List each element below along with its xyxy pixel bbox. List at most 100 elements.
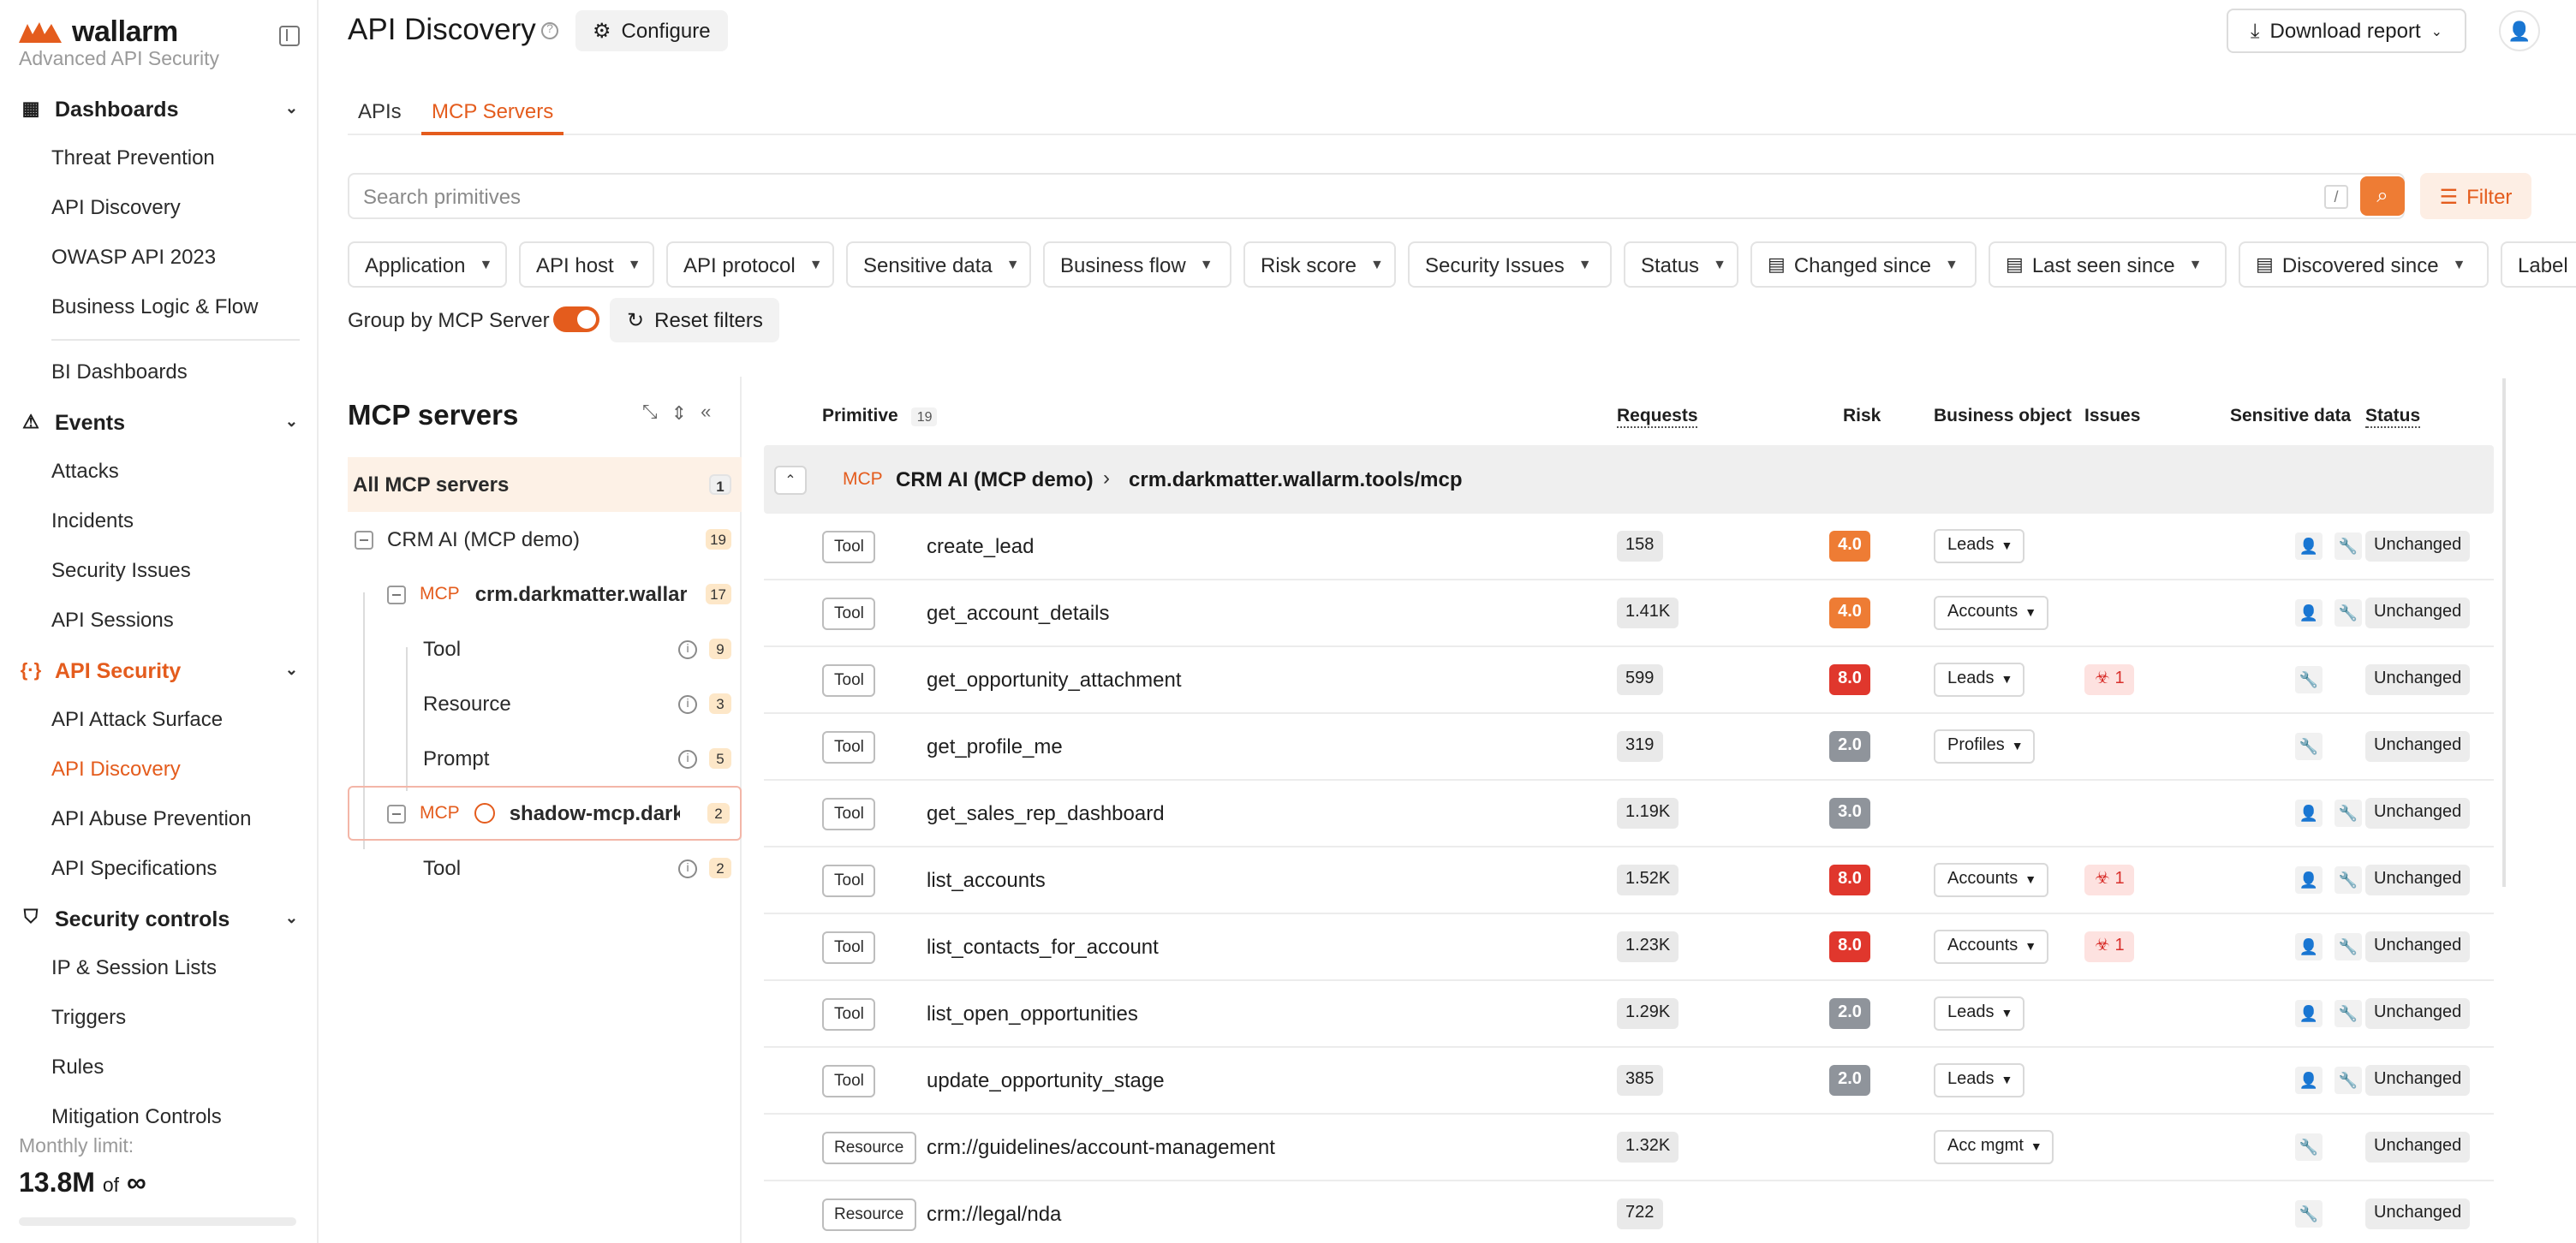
- filter-risk-score[interactable]: Risk score ▼: [1243, 241, 1396, 288]
- filter-business-flow[interactable]: Business flow ▼: [1043, 241, 1231, 288]
- search-input[interactable]: [363, 175, 2333, 217]
- configure-button[interactable]: ⚙ Configure: [575, 10, 728, 51]
- column-header-primitive[interactable]: Primitive 19: [822, 406, 938, 426]
- sidebar-item-api-discovery-dashboard[interactable]: API Discovery: [0, 183, 319, 233]
- sidebar-item-business-logic[interactable]: Business Logic & Flow: [0, 282, 319, 332]
- collapse-box-icon[interactable]: [355, 530, 373, 549]
- table-row[interactable]: Tool update_opportunity_stage 385 2.0 Leads ▼…: [764, 1048, 2494, 1115]
- tree-item-prompt[interactable]: Prompt i 5: [348, 731, 742, 786]
- filter-api-host[interactable]: API host ▼: [519, 241, 654, 288]
- user-icon[interactable]: 👤: [2499, 10, 2540, 51]
- business-object-select[interactable]: Acc mgmt ▼: [1934, 1130, 2054, 1164]
- sidebar-section-api-security[interactable]: {·} API Security ⌄: [0, 645, 319, 695]
- filter-application[interactable]: Application ▼: [348, 241, 507, 288]
- business-object-select[interactable]: Accounts ▼: [1934, 863, 2049, 897]
- sidebar-item-bi-dashboards[interactable]: BI Dashboards: [0, 348, 319, 397]
- sidebar-item-api-attack-surface[interactable]: API Attack Surface: [0, 695, 319, 745]
- primitive-name[interactable]: get_account_details: [927, 601, 1110, 625]
- filter-changed-since[interactable]: ▤ Changed since ▼: [1750, 241, 1977, 288]
- sidebar-item-incidents[interactable]: Incidents: [0, 497, 319, 546]
- sidebar-item-security-issues[interactable]: Security Issues: [0, 546, 319, 596]
- table-row[interactable]: Tool list_contacts_for_account 1.23K 8.0 Acc…: [764, 914, 2494, 981]
- table-row[interactable]: Tool get_sales_rep_dashboard 1.19K 3.0 👤 🔧 Unc…: [764, 781, 2494, 848]
- business-object-select[interactable]: Leads ▼: [1934, 663, 2025, 697]
- primitive-name[interactable]: update_opportunity_stage: [927, 1068, 1165, 1092]
- filter-security-issues[interactable]: Security Issues ▼: [1408, 241, 1612, 288]
- business-object-select[interactable]: Leads ▼: [1934, 996, 2025, 1031]
- table-row[interactable]: Tool get_opportunity_attachment 599 8.0 Lead…: [764, 647, 2494, 714]
- business-object-select[interactable]: Leads ▼: [1934, 529, 2025, 563]
- issues-badge[interactable]: ☣ 1: [2084, 931, 2135, 962]
- tree-item-shadow-mcp[interactable]: MCP shadow-mcp.darkmatter 2: [348, 786, 742, 841]
- primitive-name[interactable]: list_accounts: [927, 868, 1046, 892]
- filter-button[interactable]: ☰ Filter: [2420, 173, 2531, 219]
- table-row[interactable]: Resource crm://guidelines/account-managem…: [764, 1115, 2494, 1181]
- table-row[interactable]: Tool get_account_details 1.41K 4.0 Accounts ▼…: [764, 580, 2494, 647]
- collapse-all-icon[interactable]: ⤡: [642, 402, 658, 425]
- business-object-select[interactable]: Profiles ▼: [1934, 729, 2036, 764]
- reset-filters-button[interactable]: ↻ Reset filters: [610, 298, 780, 342]
- brand-logo[interactable]: wallarm: [17, 15, 178, 50]
- table-row[interactable]: Tool list_open_opportunities 1.29K 2.0 Leads…: [764, 981, 2494, 1048]
- table-row[interactable]: Resource crm://legal/nda 722 🔧 Unchanged: [764, 1181, 2494, 1243]
- sidebar-item-api-discovery[interactable]: API Discovery: [0, 745, 319, 794]
- download-report-button[interactable]: ⤓ Download report ⌄: [2227, 9, 2466, 53]
- tree-item-mcp-server[interactable]: MCP crm.darkmatter.wallarm.tools/mcp 17: [348, 567, 742, 622]
- business-object-select[interactable]: Accounts ▼: [1934, 596, 2049, 630]
- issues-badge[interactable]: ☣ 1: [2084, 664, 2135, 695]
- sidebar-section-events[interactable]: ⚠ Events ⌄: [0, 397, 319, 447]
- column-header-sensitive-data[interactable]: Sensitive data: [2230, 406, 2351, 426]
- group-by-toggle[interactable]: [553, 306, 599, 332]
- collapse-panel-icon[interactable]: «: [701, 402, 711, 425]
- sidebar-section-security-controls[interactable]: ⛉ Security controls ⌄: [0, 894, 319, 943]
- expand-all-icon[interactable]: ⇕: [671, 402, 687, 425]
- tree-item-resource[interactable]: Resource i 3: [348, 676, 742, 731]
- primitive-name[interactable]: get_profile_me: [927, 734, 1063, 758]
- sidebar-item-mitigation-controls[interactable]: Mitigation Controls: [0, 1092, 319, 1142]
- table-row[interactable]: Tool get_profile_me 319 2.0 Profiles ▼ 🔧 Unchan…: [764, 714, 2494, 781]
- table-row[interactable]: Tool list_accounts 1.52K 8.0 Accounts ▼ ☣ 1 👤 🔧 U…: [764, 848, 2494, 914]
- tree-item-tool[interactable]: Tool i 2: [348, 841, 742, 895]
- help-icon[interactable]: ?: [541, 22, 558, 39]
- scrollbar[interactable]: [2502, 378, 2506, 887]
- primitive-name[interactable]: create_lead: [927, 534, 1034, 558]
- primitive-name[interactable]: get_opportunity_attachment: [927, 668, 1182, 692]
- column-header-risk[interactable]: Risk: [1843, 406, 1881, 426]
- sidebar-item-rules[interactable]: Rules: [0, 1043, 319, 1092]
- info-icon[interactable]: i: [678, 639, 697, 658]
- tree-item-tool[interactable]: Tool i 9: [348, 622, 742, 676]
- column-header-business-object[interactable]: Business object: [1934, 406, 2072, 426]
- filter-api-protocol[interactable]: API protocol ▼: [666, 241, 834, 288]
- chevron-up-icon[interactable]: ⌃: [774, 466, 807, 495]
- tree-item-application[interactable]: CRM AI (MCP demo) 19: [348, 512, 742, 567]
- column-header-requests[interactable]: Requests: [1617, 406, 1698, 428]
- sidebar-item-attacks[interactable]: Attacks: [0, 447, 319, 497]
- tab-mcp-servers[interactable]: MCP Servers: [432, 99, 553, 123]
- info-icon[interactable]: i: [678, 749, 697, 768]
- sidebar-item-threat-prevention[interactable]: Threat Prevention: [0, 134, 319, 183]
- table-row[interactable]: Tool create_lead 158 4.0 Leads ▼ 👤 🔧 Unchanged: [764, 514, 2494, 580]
- sidebar-item-api-specifications[interactable]: API Specifications: [0, 844, 319, 894]
- column-header-issues[interactable]: Issues: [2084, 406, 2140, 426]
- sidebar-collapse-icon[interactable]: [279, 26, 300, 46]
- primitive-name[interactable]: crm://legal/nda: [927, 1202, 1061, 1226]
- tab-apis[interactable]: APIs: [358, 99, 402, 123]
- info-icon[interactable]: i: [678, 694, 697, 713]
- sidebar-section-dashboards[interactable]: ▦ Dashboards ⌄: [0, 84, 319, 134]
- primitive-name[interactable]: list_contacts_for_account: [927, 935, 1159, 959]
- issues-badge[interactable]: ☣ 1: [2084, 865, 2135, 895]
- primitive-name[interactable]: get_sales_rep_dashboard: [927, 801, 1165, 825]
- primitive-name[interactable]: list_open_opportunities: [927, 1002, 1138, 1026]
- filter-status[interactable]: Status ▼: [1624, 241, 1738, 288]
- sidebar-item-triggers[interactable]: Triggers: [0, 993, 319, 1043]
- collapse-box-icon[interactable]: [387, 804, 406, 823]
- info-icon[interactable]: i: [678, 859, 697, 877]
- collapse-box-icon[interactable]: [387, 585, 406, 604]
- tree-item-all-servers[interactable]: All MCP servers 1: [348, 457, 742, 512]
- filter-last-seen-since[interactable]: ▤ Last seen since ▼: [1989, 241, 2227, 288]
- business-object-select[interactable]: Leads ▼: [1934, 1063, 2025, 1097]
- filter-discovered-since[interactable]: ▤ Discovered since ▼: [2239, 241, 2489, 288]
- search-button[interactable]: ⌕: [2360, 176, 2405, 216]
- filter-sensitive-data[interactable]: Sensitive data ▼: [846, 241, 1031, 288]
- sidebar-item-ip-session-lists[interactable]: IP & Session Lists: [0, 943, 319, 993]
